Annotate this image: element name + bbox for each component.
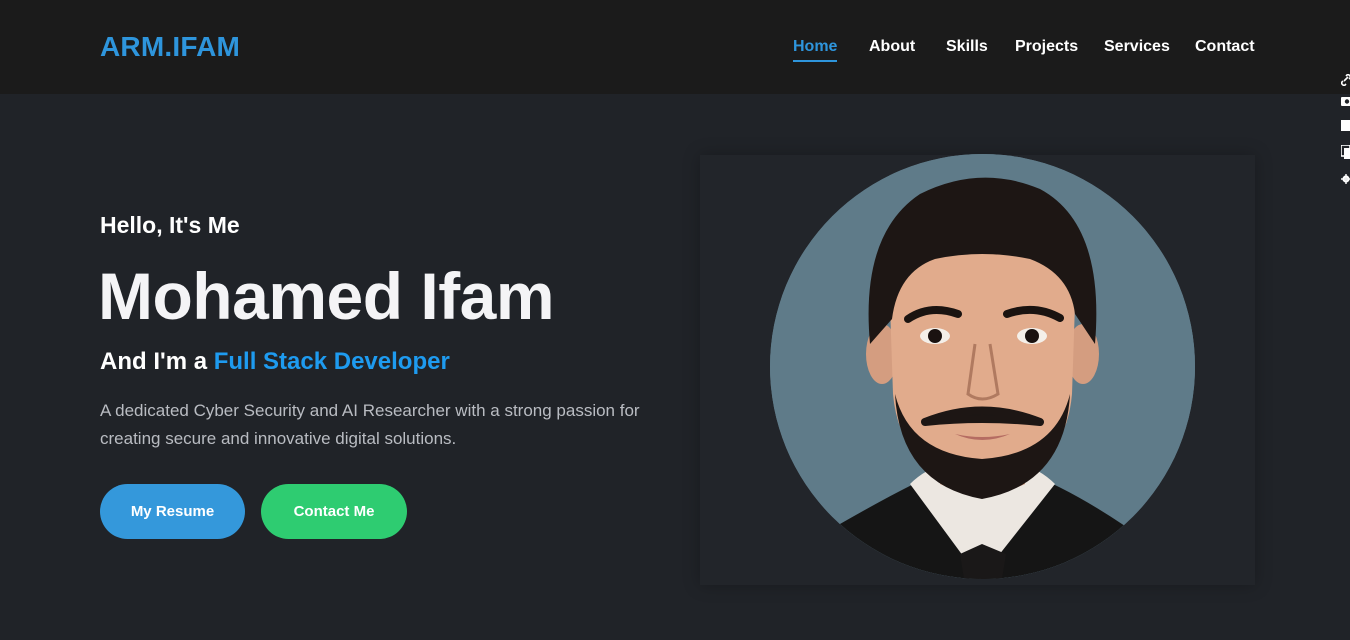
nav-link-home-label: Home — [793, 38, 838, 55]
link-icon[interactable] — [1341, 74, 1350, 88]
nav-link-contact[interactable]: Contact — [1195, 38, 1255, 56]
square-icon[interactable] — [1341, 120, 1350, 134]
hero-name: Mohamed Ifam — [98, 259, 555, 333]
nav-link-home[interactable]: Home — [793, 38, 838, 62]
hero-description: A dedicated Cyber Security and AI Resear… — [100, 401, 640, 448]
nav-link-skills[interactable]: Skills — [946, 38, 988, 56]
navbar: ARM.IFAM Home About Skills Projects Serv… — [0, 0, 1350, 94]
camera-icon[interactable] — [1341, 94, 1350, 108]
my-resume-button[interactable]: My Resume — [100, 484, 245, 539]
hero-greeting: Hello, It's Me — [100, 212, 240, 238]
nav-link-services[interactable]: Services — [1104, 38, 1170, 56]
copy-icon[interactable] — [1341, 145, 1350, 159]
nav-link-about[interactable]: About — [869, 38, 915, 56]
side-toolbar — [1339, 72, 1350, 194]
profile-portrait-image — [770, 154, 1195, 579]
hero-role-prefix: And I'm a — [100, 348, 214, 375]
nav-link-projects[interactable]: Projects — [1015, 38, 1078, 56]
hero-role: And I'm a Full Stack Developer — [100, 348, 450, 376]
contact-me-button[interactable]: Contact Me — [261, 484, 407, 539]
hero-role-highlight: Full Stack Developer — [213, 348, 450, 375]
gear-icon[interactable] — [1341, 172, 1350, 186]
profile-avatar — [770, 154, 1195, 579]
active-nav-underline — [793, 60, 838, 62]
nav-links: Home About Skills Projects Services Cont… — [0, 38, 1350, 68]
